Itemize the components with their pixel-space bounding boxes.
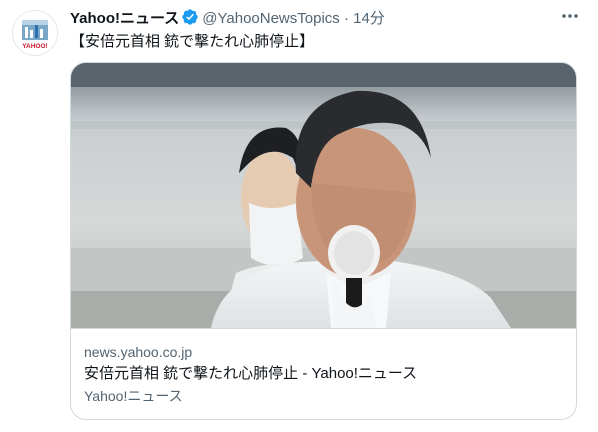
tweet-header: Yahoo!ニュース @YahooNewsTopics · 14分 xyxy=(70,8,554,28)
link-card[interactable]: news.yahoo.co.jp 安倍元首相 銃で撃たれ心肺停止 - Yahoo… xyxy=(70,62,577,420)
separator-dot: · xyxy=(343,10,349,27)
author-name[interactable]: Yahoo!ニュース xyxy=(70,10,179,27)
more-options-button[interactable] xyxy=(558,6,582,30)
yahoo-news-logo-icon: YAHOO! xyxy=(13,11,57,55)
verified-badge-icon xyxy=(181,8,199,32)
author-handle[interactable]: @YahooNewsTopics xyxy=(202,10,340,27)
card-image[interactable] xyxy=(71,63,576,329)
card-source: Yahoo!ニュース xyxy=(84,388,183,404)
card-domain: news.yahoo.co.jp xyxy=(84,344,193,360)
card-title[interactable]: 安倍元首相 銃で撃たれ心肺停止 - Yahoo!ニュース xyxy=(84,364,564,384)
tweet-text: 【安倍元首相 銃で撃たれ心肺停止】 xyxy=(70,33,315,50)
avatar-logo-text: YAHOO! xyxy=(22,43,47,50)
more-icon xyxy=(562,14,578,18)
card-meta: news.yahoo.co.jp 安倍元首相 銃で撃たれ心肺停止 - Yahoo… xyxy=(84,342,564,406)
tweet[interactable]: YAHOO! Yahoo!ニュース @YahooNewsTopics · 14分 … xyxy=(0,0,598,432)
tweet-timestamp[interactable]: 14分 xyxy=(353,10,385,27)
author-avatar[interactable]: YAHOO! xyxy=(12,10,58,56)
news-photo xyxy=(71,63,576,328)
